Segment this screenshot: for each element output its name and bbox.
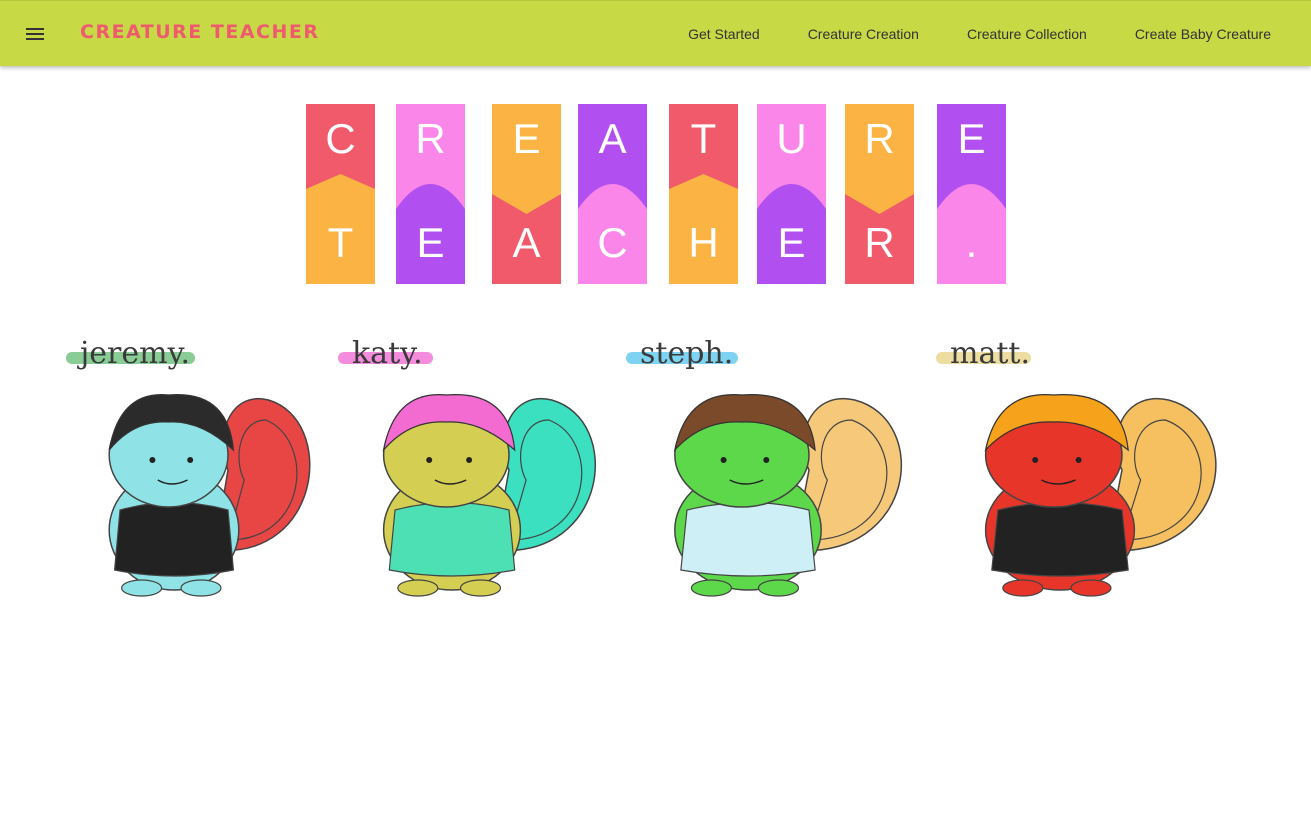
nav-get-started[interactable]: Get Started [688, 26, 760, 42]
creature-card[interactable]: steph. [626, 330, 931, 620]
creature-foot [180, 579, 222, 597]
creature-eye [466, 457, 473, 463]
banner-letter-top: E [512, 115, 541, 162]
creature-eye [1032, 457, 1039, 463]
banner-letter-top: R [415, 115, 446, 162]
creature-foot [1070, 579, 1112, 597]
creature-foot [757, 579, 800, 597]
banner-tile: TH [669, 104, 738, 284]
creature-shirt [113, 501, 235, 577]
banner-tile: AC [578, 104, 647, 284]
creature-foot [120, 579, 163, 597]
creature-eye [187, 457, 194, 463]
banner-tile: RR [845, 104, 914, 284]
creature-foot [397, 579, 439, 597]
nav-create-baby-creature[interactable]: Create Baby Creature [1135, 26, 1271, 42]
banner-tile: UE [757, 104, 826, 284]
banner-tile: EA [492, 104, 561, 284]
nav-creature-collection[interactable]: Creature Collection [967, 26, 1087, 42]
creature-foot [690, 579, 733, 597]
creature-teacher-banner: CTREEAACTHUERRE. [306, 104, 1006, 284]
creature-shirt [388, 501, 516, 577]
creature-gallery: jeremy. katy. steph. matt. [66, 330, 1246, 620]
banner-letter-top: A [598, 115, 627, 162]
banner-letter-bottom: A [512, 219, 541, 266]
creature-illustration [673, 394, 903, 597]
banner-letter-bottom: E [777, 219, 806, 266]
banner-letter-bottom: C [597, 219, 628, 266]
creature-shirt [680, 501, 816, 577]
nav-creature-creation[interactable]: Creature Creation [808, 26, 919, 42]
creature-illustration [382, 394, 596, 597]
banner-letter-top: U [776, 115, 807, 162]
banner-letter-top: C [325, 115, 356, 162]
banner-letter-bottom: T [327, 219, 354, 266]
creature-eye [720, 457, 727, 463]
banner-tile: RE [396, 104, 465, 284]
banner-letter-top: R [864, 115, 895, 162]
banner-letter-top: T [690, 115, 717, 162]
banner-letter-bottom: E [416, 219, 445, 266]
menu-icon[interactable] [24, 25, 48, 45]
creature-illustration [984, 394, 1217, 597]
creature-card[interactable]: matt. [936, 330, 1246, 620]
creature-card[interactable]: katy. [338, 330, 623, 620]
banner-letter-bottom: . [965, 219, 978, 266]
creature-shirt [991, 501, 1129, 577]
creature-eye [426, 457, 433, 463]
creature-foot [459, 579, 502, 597]
main-nav: Get Started Creature Creation Creature C… [640, 1, 1271, 67]
banner-letter-top: E [957, 115, 986, 162]
top-app-bar: CREATURE TEACHER Get Started Creature Cr… [0, 0, 1311, 66]
banner-letter-bottom: R [864, 219, 895, 266]
banner-tile: E. [937, 104, 1006, 284]
banner-letter-bottom: H [688, 219, 719, 266]
brand-title[interactable]: CREATURE TEACHER [80, 21, 320, 43]
creature-eye [149, 457, 156, 463]
creature-illustration [108, 394, 311, 597]
creature-card[interactable]: jeremy. [66, 330, 336, 620]
creature-foot [1002, 579, 1044, 597]
creature-eye [1075, 457, 1082, 463]
creature-eye [763, 457, 770, 463]
banner-tile: CT [306, 104, 375, 284]
